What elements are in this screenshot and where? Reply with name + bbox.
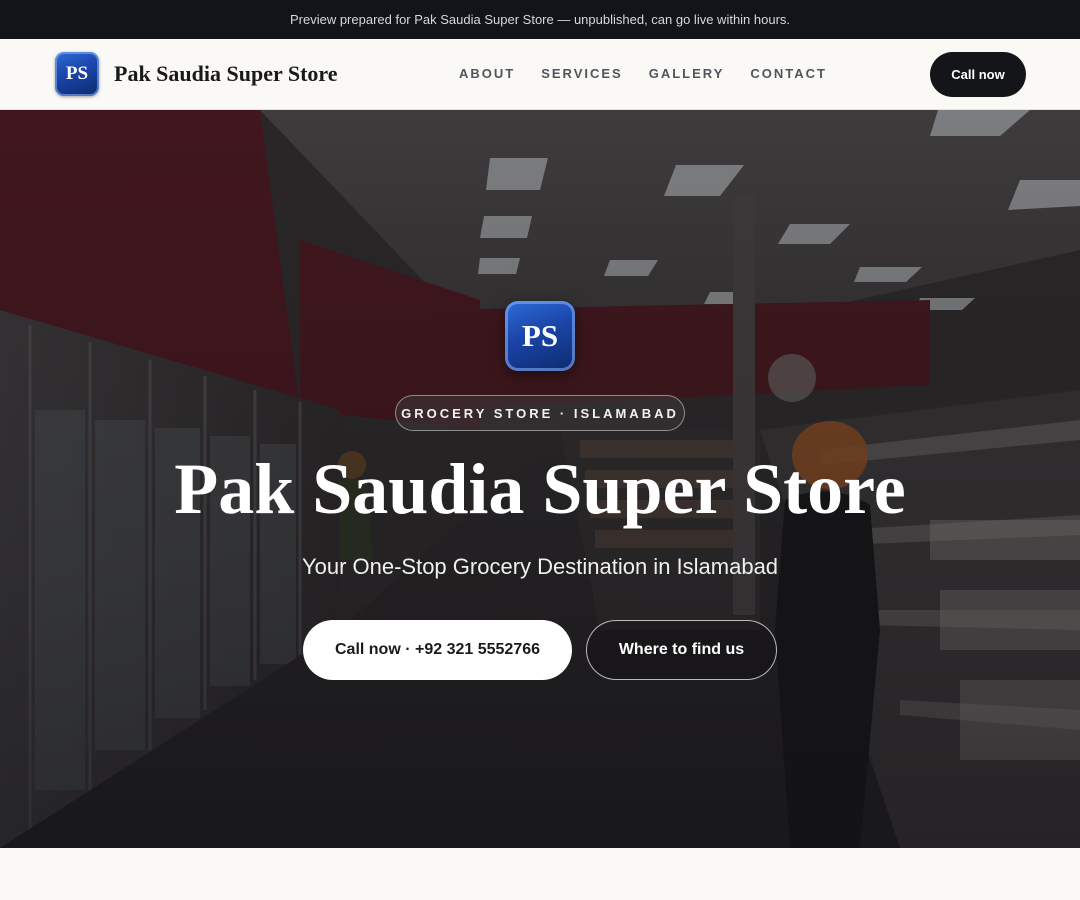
announcement-bar: Preview prepared for Pak Saudia Super St…	[0, 0, 1080, 39]
hero-section: PS GROCERY STORE · ISLAMABAD Pak Saudia …	[0, 110, 1080, 848]
hero-directions-button[interactable]: Where to find us	[586, 620, 777, 680]
nav-link-gallery[interactable]: GALLERY	[649, 66, 725, 81]
hero-category-tag: GROCERY STORE · ISLAMABAD	[395, 395, 685, 431]
hero-subtitle: Your One-Stop Grocery Destination in Isl…	[301, 554, 779, 579]
next-section	[0, 848, 1080, 900]
hero-logo-badge: PS	[505, 301, 575, 371]
main-nav: ABOUT SERVICES GALLERY CONTACT	[459, 66, 827, 81]
site-header: PS Pak Saudia Super Store ABOUT SERVICES…	[0, 39, 1080, 110]
nav-link-contact[interactable]: CONTACT	[750, 66, 827, 81]
hero-title: Pak Saudia Super Store	[174, 449, 906, 529]
announcement-text: Preview prepared for Pak Saudia Super St…	[289, 12, 791, 27]
header-call-button[interactable]: Call now	[930, 52, 1026, 97]
logo-badge[interactable]: PS	[55, 52, 99, 96]
nav-link-about[interactable]: ABOUT	[459, 66, 515, 81]
hero-call-button[interactable]: Call now · +92 321 5552766	[303, 620, 572, 680]
nav-link-services[interactable]: SERVICES	[541, 66, 623, 81]
brand-name[interactable]: Pak Saudia Super Store	[114, 61, 338, 87]
